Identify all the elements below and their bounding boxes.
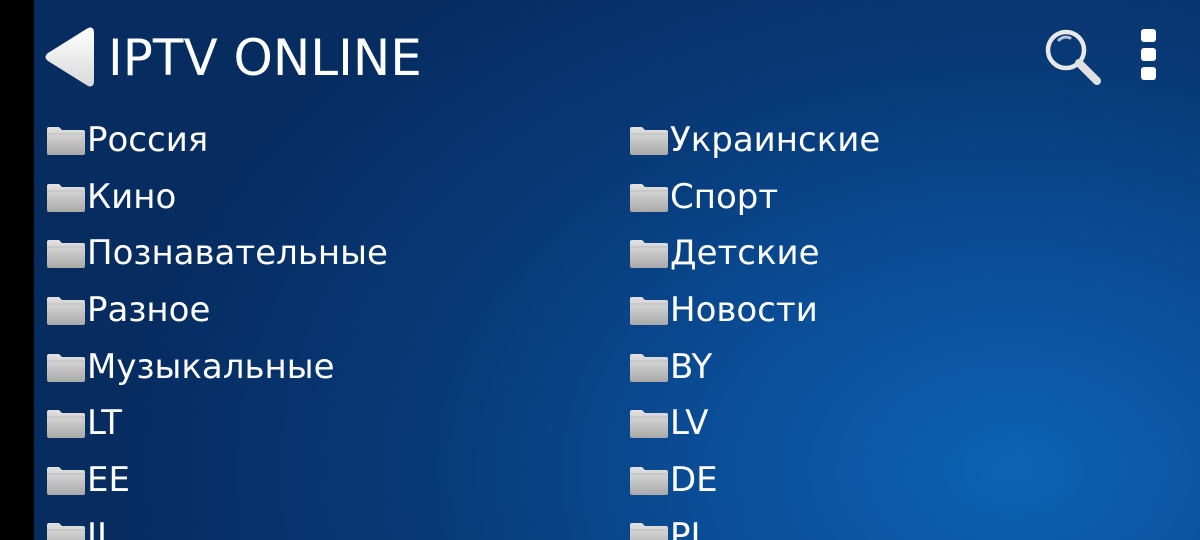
category-item-left-3[interactable]: Разное: [46, 282, 388, 339]
folder-icon: [629, 296, 669, 326]
category-label: Детские: [670, 233, 820, 274]
app-screen: IPTV ONLINE Россия Кино Познавательные Р…: [34, 0, 1200, 540]
category-item-left-2[interactable]: Познавательные: [46, 225, 388, 282]
category-label: DE: [670, 459, 718, 500]
folder-icon: [629, 353, 669, 383]
category-label: Россия: [87, 120, 209, 161]
category-item-left-7[interactable]: IL: [46, 508, 388, 540]
category-item-right-3[interactable]: Новости: [629, 282, 880, 339]
search-icon: [1045, 29, 1101, 85]
category-label: Украинские: [670, 120, 881, 161]
category-label: EE: [87, 459, 130, 500]
search-button[interactable]: [1042, 26, 1104, 88]
folder-icon: [629, 466, 669, 496]
category-label: Новости: [670, 290, 818, 331]
folder-icon: [629, 126, 669, 156]
folder-icon: [46, 353, 86, 383]
overflow-menu-button[interactable]: [1134, 26, 1164, 86]
folder-icon: [46, 183, 86, 213]
back-button[interactable]: [42, 26, 98, 88]
category-label: LT: [87, 403, 123, 444]
category-label: LV: [670, 403, 709, 444]
category-item-right-5[interactable]: LV: [629, 395, 880, 452]
category-label: Разное: [87, 290, 211, 331]
category-item-right-4[interactable]: BY: [629, 338, 880, 395]
back-arrow-icon: [45, 27, 94, 87]
folder-icon: [46, 126, 86, 156]
category-label: Познавательные: [87, 233, 388, 274]
category-item-left-6[interactable]: EE: [46, 452, 388, 509]
category-grid: Россия Кино Познавательные Разное Музыка…: [34, 112, 1200, 540]
category-column-left: Россия Кино Познавательные Разное Музыка…: [46, 112, 388, 540]
category-label: BY: [670, 346, 713, 387]
folder-icon: [629, 183, 669, 213]
app-header: IPTV ONLINE: [34, 0, 1200, 118]
category-label: Кино: [87, 176, 177, 217]
category-item-right-6[interactable]: DE: [629, 452, 880, 509]
folder-icon: [629, 409, 669, 439]
folder-icon: [46, 239, 86, 269]
category-item-right-2[interactable]: Детские: [629, 225, 880, 282]
category-label: Музыкальные: [87, 346, 335, 387]
folder-icon: [46, 296, 86, 326]
more-vertical-icon: [1141, 29, 1156, 80]
category-column-right: Украинские Спорт Детские Новости BY LV D…: [629, 112, 880, 540]
folder-icon: [629, 522, 669, 540]
app-title: IPTV ONLINE: [108, 29, 422, 87]
category-label: Спорт: [670, 176, 779, 217]
folder-icon: [46, 466, 86, 496]
folder-icon: [629, 239, 669, 269]
category-item-right-0[interactable]: Украинские: [629, 112, 880, 169]
category-item-left-4[interactable]: Музыкальные: [46, 338, 388, 395]
category-label: IL: [87, 516, 116, 540]
category-item-right-1[interactable]: Спорт: [629, 169, 880, 226]
category-item-left-1[interactable]: Кино: [46, 169, 388, 226]
category-item-left-0[interactable]: Россия: [46, 112, 388, 169]
folder-icon: [46, 409, 86, 439]
category-item-right-7[interactable]: PL: [629, 508, 880, 540]
category-label: PL: [670, 516, 710, 540]
folder-icon: [46, 522, 86, 540]
category-item-left-5[interactable]: LT: [46, 395, 388, 452]
